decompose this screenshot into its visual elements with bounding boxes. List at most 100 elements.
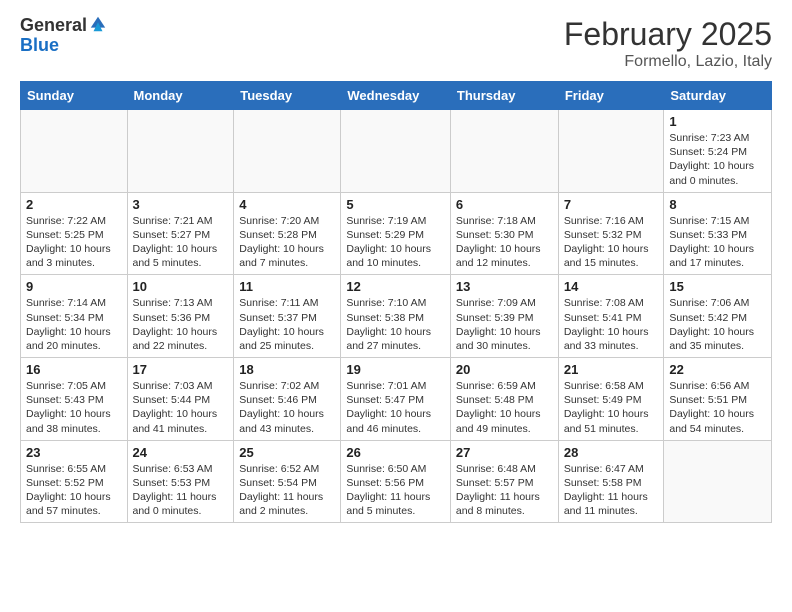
day-info: Sunrise: 6:47 AM Sunset: 5:58 PM Dayligh… [564, 462, 659, 519]
calendar-week-3: 9 Sunrise: 7:14 AM Sunset: 5:34 PM Daylig… [21, 275, 772, 358]
logo-blue-text: Blue [20, 36, 107, 56]
day-number: 11 [239, 279, 335, 294]
calendar-table: Sunday Monday Tuesday Wednesday Thursday… [20, 81, 772, 523]
day-number: 1 [669, 114, 766, 129]
day-info: Sunrise: 7:22 AM Sunset: 5:25 PM Dayligh… [26, 214, 122, 271]
day-number: 16 [26, 362, 122, 377]
calendar-cell: 5 Sunrise: 7:19 AM Sunset: 5:29 PM Daylig… [341, 192, 451, 275]
day-info: Sunrise: 6:48 AM Sunset: 5:57 PM Dayligh… [456, 462, 553, 519]
calendar-cell: 2Sunrise: 7:22 AM Sunset: 5:25 PM Daylig… [21, 192, 128, 275]
day-number: 5 [346, 197, 445, 212]
calendar-cell: 25 Sunrise: 6:52 AM Sunset: 5:54 PM Dayli… [234, 440, 341, 523]
calendar-cell: 21 Sunrise: 6:58 AM Sunset: 5:49 PM Dayli… [558, 358, 664, 441]
calendar-cell: 19 Sunrise: 7:01 AM Sunset: 5:47 PM Dayli… [341, 358, 451, 441]
day-info: Sunrise: 7:18 AM Sunset: 5:30 PM Dayligh… [456, 214, 553, 271]
calendar-cell [341, 110, 451, 193]
calendar-cell: 7 Sunrise: 7:16 AM Sunset: 5:32 PM Daylig… [558, 192, 664, 275]
calendar-cell: 9 Sunrise: 7:14 AM Sunset: 5:34 PM Daylig… [21, 275, 128, 358]
calendar-cell: 4 Sunrise: 7:20 AM Sunset: 5:28 PM Daylig… [234, 192, 341, 275]
col-monday: Monday [127, 82, 234, 110]
col-sunday: Sunday [21, 82, 128, 110]
day-number: 25 [239, 445, 335, 460]
day-number: 4 [239, 197, 335, 212]
day-info: Sunrise: 7:21 AM Sunset: 5:27 PM Dayligh… [133, 214, 229, 271]
calendar-week-4: 16Sunrise: 7:05 AM Sunset: 5:43 PM Dayli… [21, 358, 772, 441]
col-tuesday: Tuesday [234, 82, 341, 110]
day-number: 14 [564, 279, 659, 294]
day-info: Sunrise: 7:15 AM Sunset: 5:33 PM Dayligh… [669, 214, 766, 271]
calendar-cell: 26Sunrise: 6:50 AM Sunset: 5:56 PM Dayli… [341, 440, 451, 523]
logo-general-text: General [20, 16, 87, 36]
day-number: 23 [26, 445, 122, 460]
calendar-cell: 24Sunrise: 6:53 AM Sunset: 5:53 PM Dayli… [127, 440, 234, 523]
day-info: Sunrise: 7:16 AM Sunset: 5:32 PM Dayligh… [564, 214, 659, 271]
day-info: Sunrise: 6:58 AM Sunset: 5:49 PM Dayligh… [564, 379, 659, 436]
calendar-cell [664, 440, 772, 523]
day-number: 9 [26, 279, 122, 294]
day-info: Sunrise: 7:23 AM Sunset: 5:24 PM Dayligh… [669, 131, 766, 188]
calendar-title: February 2025 [564, 16, 772, 53]
logo: General Blue [20, 16, 107, 56]
title-block: February 2025 Formello, Lazio, Italy [564, 16, 772, 71]
calendar-cell: 18 Sunrise: 7:02 AM Sunset: 5:46 PM Dayli… [234, 358, 341, 441]
day-info: Sunrise: 7:09 AM Sunset: 5:39 PM Dayligh… [456, 296, 553, 353]
day-number: 3 [133, 197, 229, 212]
day-number: 10 [133, 279, 229, 294]
col-saturday: Saturday [664, 82, 772, 110]
day-number: 20 [456, 362, 553, 377]
calendar-cell [558, 110, 664, 193]
day-number: 17 [133, 362, 229, 377]
day-info: Sunrise: 6:55 AM Sunset: 5:52 PM Dayligh… [26, 462, 122, 519]
calendar-week-5: 23 Sunrise: 6:55 AM Sunset: 5:52 PM Dayli… [21, 440, 772, 523]
day-number: 18 [239, 362, 335, 377]
calendar-cell: 16Sunrise: 7:05 AM Sunset: 5:43 PM Dayli… [21, 358, 128, 441]
day-number: 21 [564, 362, 659, 377]
day-number: 19 [346, 362, 445, 377]
day-info: Sunrise: 6:56 AM Sunset: 5:51 PM Dayligh… [669, 379, 766, 436]
col-friday: Friday [558, 82, 664, 110]
day-info: Sunrise: 7:03 AM Sunset: 5:44 PM Dayligh… [133, 379, 229, 436]
day-info: Sunrise: 7:19 AM Sunset: 5:29 PM Dayligh… [346, 214, 445, 271]
day-number: 6 [456, 197, 553, 212]
page: General Blue February 2025 Formello, Laz… [0, 0, 792, 533]
calendar-cell: 15Sunrise: 7:06 AM Sunset: 5:42 PM Dayli… [664, 275, 772, 358]
day-number: 15 [669, 279, 766, 294]
day-number: 8 [669, 197, 766, 212]
day-info: Sunrise: 7:11 AM Sunset: 5:37 PM Dayligh… [239, 296, 335, 353]
calendar-cell: 10Sunrise: 7:13 AM Sunset: 5:36 PM Dayli… [127, 275, 234, 358]
day-info: Sunrise: 7:14 AM Sunset: 5:34 PM Dayligh… [26, 296, 122, 353]
calendar-cell: 13 Sunrise: 7:09 AM Sunset: 5:39 PM Dayli… [450, 275, 558, 358]
day-info: Sunrise: 6:52 AM Sunset: 5:54 PM Dayligh… [239, 462, 335, 519]
calendar-cell: 27 Sunrise: 6:48 AM Sunset: 5:57 PM Dayli… [450, 440, 558, 523]
calendar-cell: 8 Sunrise: 7:15 AM Sunset: 5:33 PM Daylig… [664, 192, 772, 275]
calendar-cell: 1 Sunrise: 7:23 AM Sunset: 5:24 PM Daylig… [664, 110, 772, 193]
calendar-header-row: Sunday Monday Tuesday Wednesday Thursday… [21, 82, 772, 110]
header: General Blue February 2025 Formello, Laz… [20, 16, 772, 71]
calendar-cell [21, 110, 128, 193]
day-info: Sunrise: 7:08 AM Sunset: 5:41 PM Dayligh… [564, 296, 659, 353]
calendar-cell [234, 110, 341, 193]
calendar-cell: 20 Sunrise: 6:59 AM Sunset: 5:48 PM Dayli… [450, 358, 558, 441]
day-number: 24 [133, 445, 229, 460]
day-info: Sunrise: 7:02 AM Sunset: 5:46 PM Dayligh… [239, 379, 335, 436]
day-info: Sunrise: 6:59 AM Sunset: 5:48 PM Dayligh… [456, 379, 553, 436]
calendar-cell [450, 110, 558, 193]
day-number: 28 [564, 445, 659, 460]
day-number: 13 [456, 279, 553, 294]
day-number: 27 [456, 445, 553, 460]
day-number: 12 [346, 279, 445, 294]
col-thursday: Thursday [450, 82, 558, 110]
calendar-cell [127, 110, 234, 193]
calendar-cell: 3 Sunrise: 7:21 AM Sunset: 5:27 PM Daylig… [127, 192, 234, 275]
day-number: 7 [564, 197, 659, 212]
day-info: Sunrise: 6:50 AM Sunset: 5:56 PM Dayligh… [346, 462, 445, 519]
day-number: 22 [669, 362, 766, 377]
calendar-subtitle: Formello, Lazio, Italy [564, 53, 772, 71]
calendar-cell: 23 Sunrise: 6:55 AM Sunset: 5:52 PM Dayli… [21, 440, 128, 523]
day-info: Sunrise: 7:10 AM Sunset: 5:38 PM Dayligh… [346, 296, 445, 353]
calendar-cell: 14 Sunrise: 7:08 AM Sunset: 5:41 PM Dayli… [558, 275, 664, 358]
calendar-cell: 17 Sunrise: 7:03 AM Sunset: 5:44 PM Dayli… [127, 358, 234, 441]
day-info: Sunrise: 7:01 AM Sunset: 5:47 PM Dayligh… [346, 379, 445, 436]
day-info: Sunrise: 7:20 AM Sunset: 5:28 PM Dayligh… [239, 214, 335, 271]
calendar-week-1: 1 Sunrise: 7:23 AM Sunset: 5:24 PM Daylig… [21, 110, 772, 193]
